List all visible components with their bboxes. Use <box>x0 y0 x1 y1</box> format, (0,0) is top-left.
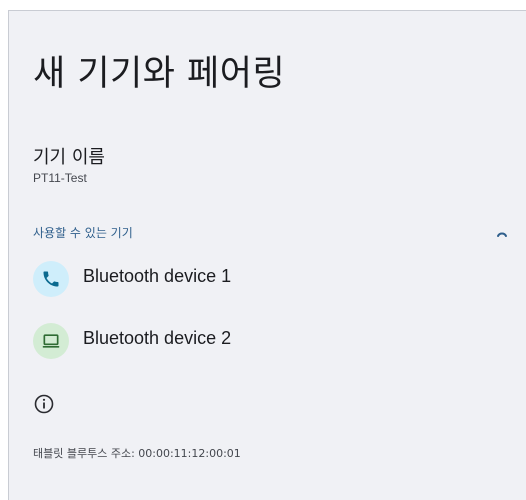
pairing-panel: 새 기기와 페어링 기기 이름 PT11-Test 사용할 수 있는 기기 Bl… <box>8 10 526 500</box>
device-item-bluetooth-device-2[interactable]: Bluetooth device 2 <box>9 313 526 369</box>
device-name: Bluetooth device 2 <box>83 328 232 348</box>
page-title: 새 기기와 페어링 <box>33 54 286 94</box>
info-icon <box>34 394 54 414</box>
progress-spinner-icon <box>497 232 507 237</box>
device-item-bluetooth-device-1[interactable]: Bluetooth device 1 <box>9 251 526 307</box>
phone-icon <box>33 261 69 297</box>
device-name-label: 기기 이름 <box>33 147 105 168</box>
device-name: Bluetooth device 1 <box>83 266 232 286</box>
tablet-bluetooth-address: 태블릿 블루투스 주소: 00:00:11:12:00:01 <box>33 447 241 460</box>
available-devices-header: 사용할 수 있는 기기 <box>33 226 133 240</box>
device-name-value: PT11-Test <box>33 171 87 185</box>
laptop-icon <box>33 323 69 359</box>
